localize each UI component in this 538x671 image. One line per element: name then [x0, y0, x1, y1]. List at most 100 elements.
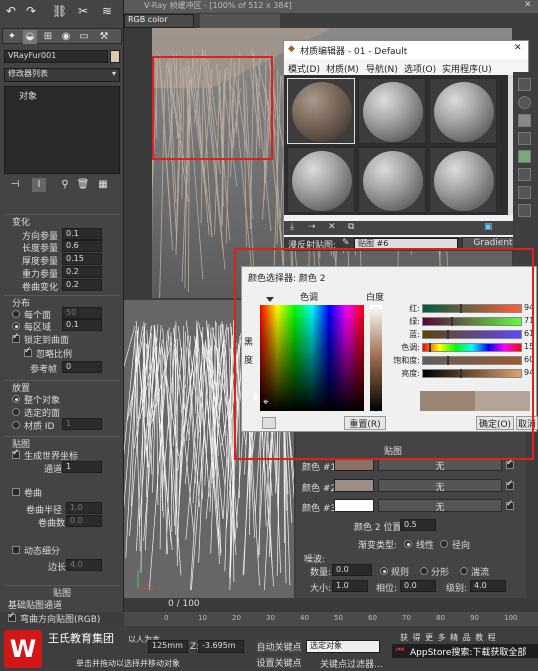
key-filter-button[interactable]: 关键点过滤器... [320, 657, 383, 670]
gen-world-coords-checkbox[interactable] [12, 448, 20, 459]
regular-radio[interactable] [380, 567, 388, 575]
phase-field[interactable]: 0.0 [400, 580, 436, 592]
modify-tab-icon[interactable]: ◒ [23, 30, 37, 44]
color3-swatch[interactable] [334, 499, 374, 512]
section-placement[interactable]: 放置 [4, 380, 120, 394]
curl-count-field[interactable]: 0.0 [66, 515, 102, 527]
link-icon[interactable]: ⛓ [52, 4, 67, 18]
object-color-swatch[interactable] [110, 50, 120, 63]
sample-slot[interactable] [358, 78, 426, 144]
grad-linear-radio[interactable] [404, 540, 412, 548]
ignore-scale-checkbox[interactable] [24, 346, 32, 357]
edge-length-field[interactable]: 4.0 [66, 559, 102, 571]
per-area-field[interactable]: 0.1 [62, 319, 102, 331]
param-direction-field[interactable]: 0.1 [62, 228, 102, 240]
z-coord-field[interactable]: -3.695m [198, 640, 244, 653]
make-unique-icon[interactable]: ⚲ [58, 178, 72, 192]
bind-spacewarp-icon[interactable]: ≋ [100, 4, 114, 18]
options-icon[interactable] [518, 186, 531, 199]
color3-map-checkbox[interactable] [506, 499, 514, 510]
menu-material[interactable]: 材质(M) [326, 62, 359, 75]
param-thickness-field[interactable]: 0.15 [62, 253, 102, 265]
sample-slot[interactable] [287, 147, 355, 213]
close-icon[interactable]: ✕ [524, 0, 532, 10]
go-to-start-icon[interactable]: ⏮ [396, 645, 404, 655]
menu-mode[interactable]: 模式(D) [288, 62, 320, 75]
material-id-radio[interactable] [12, 421, 20, 429]
channel-dropdown[interactable]: RGB color [124, 14, 194, 28]
create-tab-icon[interactable]: ✦ [5, 30, 19, 44]
show-end-result-icon[interactable]: I [32, 178, 46, 192]
modifier-list-dropdown[interactable]: 修改器列表 ▾ [4, 68, 120, 82]
video-color-check-icon[interactable] [518, 150, 531, 163]
background-icon[interactable] [518, 114, 531, 127]
dyn-subdiv-checkbox[interactable] [12, 546, 20, 554]
get-material-icon[interactable]: ⤓ [290, 222, 294, 232]
configure-sets-icon[interactable]: ▦ [96, 178, 110, 192]
modifier-stack[interactable]: 对象 [4, 86, 120, 174]
per-area-radio[interactable] [12, 322, 20, 330]
param-length-field[interactable]: 0.6 [62, 240, 102, 252]
undo-icon[interactable]: ↶ [4, 4, 18, 18]
per-face-field[interactable]: 50 [62, 307, 102, 319]
sample-slot[interactable] [429, 78, 497, 144]
set-key-button[interactable]: 设置关键点 [256, 656, 302, 669]
sample-slot[interactable] [358, 147, 426, 213]
uv-tiling-icon[interactable] [518, 132, 531, 145]
selected-faces-radio[interactable] [12, 408, 20, 416]
amount-field[interactable]: 0.0 [332, 564, 372, 576]
auto-key-button[interactable]: 自动关键点 [256, 640, 302, 653]
section-maps[interactable]: 贴图 [4, 585, 120, 599]
channel-field[interactable]: 1 [62, 461, 102, 473]
section-distribution[interactable]: 分布 [4, 295, 120, 309]
curl-checkbox[interactable] [12, 488, 20, 496]
menu-options[interactable]: 选项(O) [404, 62, 436, 75]
pin-stack-icon[interactable]: ⊣ [8, 178, 22, 192]
section-mapping[interactable]: 贴图 [4, 436, 120, 450]
copy-material-icon[interactable]: ⧉ [348, 222, 354, 232]
color2-pos-field[interactable]: 0.5 [400, 519, 436, 531]
motion-tab-icon[interactable]: ◉ [59, 30, 73, 44]
hierarchy-tab-icon[interactable]: ⊞ [41, 30, 55, 44]
material-id-field[interactable]: 1 [62, 418, 102, 430]
size-field[interactable]: 1.0 [332, 580, 368, 592]
bend-direction-checkbox[interactable] [8, 611, 16, 622]
color3-map-button[interactable]: 无 [378, 499, 502, 513]
assign-material-icon[interactable]: ⇢ [308, 222, 316, 232]
param-gravity-field[interactable]: 0.2 [62, 266, 102, 278]
display-tab-icon[interactable]: ▭ [77, 30, 91, 44]
sample-type-icon[interactable] [518, 78, 531, 91]
remove-modifier-icon[interactable]: 🗑 [76, 178, 90, 192]
track-bar[interactable]: 0 10 20 30 40 50 60 70 80 90 100 [124, 612, 538, 626]
lock-surface-checkbox[interactable] [12, 332, 20, 343]
ref-frame-field[interactable]: 0 [62, 361, 102, 373]
fractal-radio[interactable] [420, 567, 428, 575]
select-by-material-icon[interactable] [518, 204, 531, 217]
turbulence-radio[interactable] [460, 567, 468, 575]
grad-radial-radio[interactable] [440, 540, 448, 548]
object-name-field[interactable]: VRayFur001 [4, 50, 108, 63]
curl-radius-field[interactable]: 1.0 [66, 502, 102, 514]
show-map-icon[interactable]: ▣ [484, 222, 493, 232]
y-coord-field[interactable]: 125mm [148, 640, 188, 653]
color2-swatch[interactable] [334, 479, 374, 492]
levels-field[interactable]: 4.0 [470, 580, 506, 592]
color2-map-button[interactable]: 无 [378, 479, 502, 493]
make-preview-icon[interactable] [518, 168, 531, 181]
menu-navigation[interactable]: 导航(N) [366, 62, 398, 75]
backlight-icon[interactable] [518, 96, 531, 109]
reset-map-icon[interactable]: ✕ [328, 222, 336, 232]
selection-dropdown[interactable]: 选定对象 [306, 640, 380, 653]
menu-utilities[interactable]: 实用程序(U) [442, 62, 492, 75]
close-icon[interactable]: ✕ [514, 43, 522, 53]
pick-icon[interactable]: ✎ [342, 238, 350, 248]
sample-slot[interactable] [287, 78, 355, 144]
color1-map-checkbox[interactable] [506, 458, 514, 469]
per-face-radio[interactable] [12, 310, 20, 318]
color2-map-checkbox[interactable] [506, 479, 514, 490]
sample-slot[interactable] [429, 147, 497, 213]
time-slider[interactable]: 0 / 100 [124, 598, 538, 612]
whole-object-radio[interactable] [12, 395, 20, 403]
unlink-icon[interactable]: ✂ [76, 4, 90, 18]
redo-icon[interactable]: ↷ [24, 4, 38, 18]
